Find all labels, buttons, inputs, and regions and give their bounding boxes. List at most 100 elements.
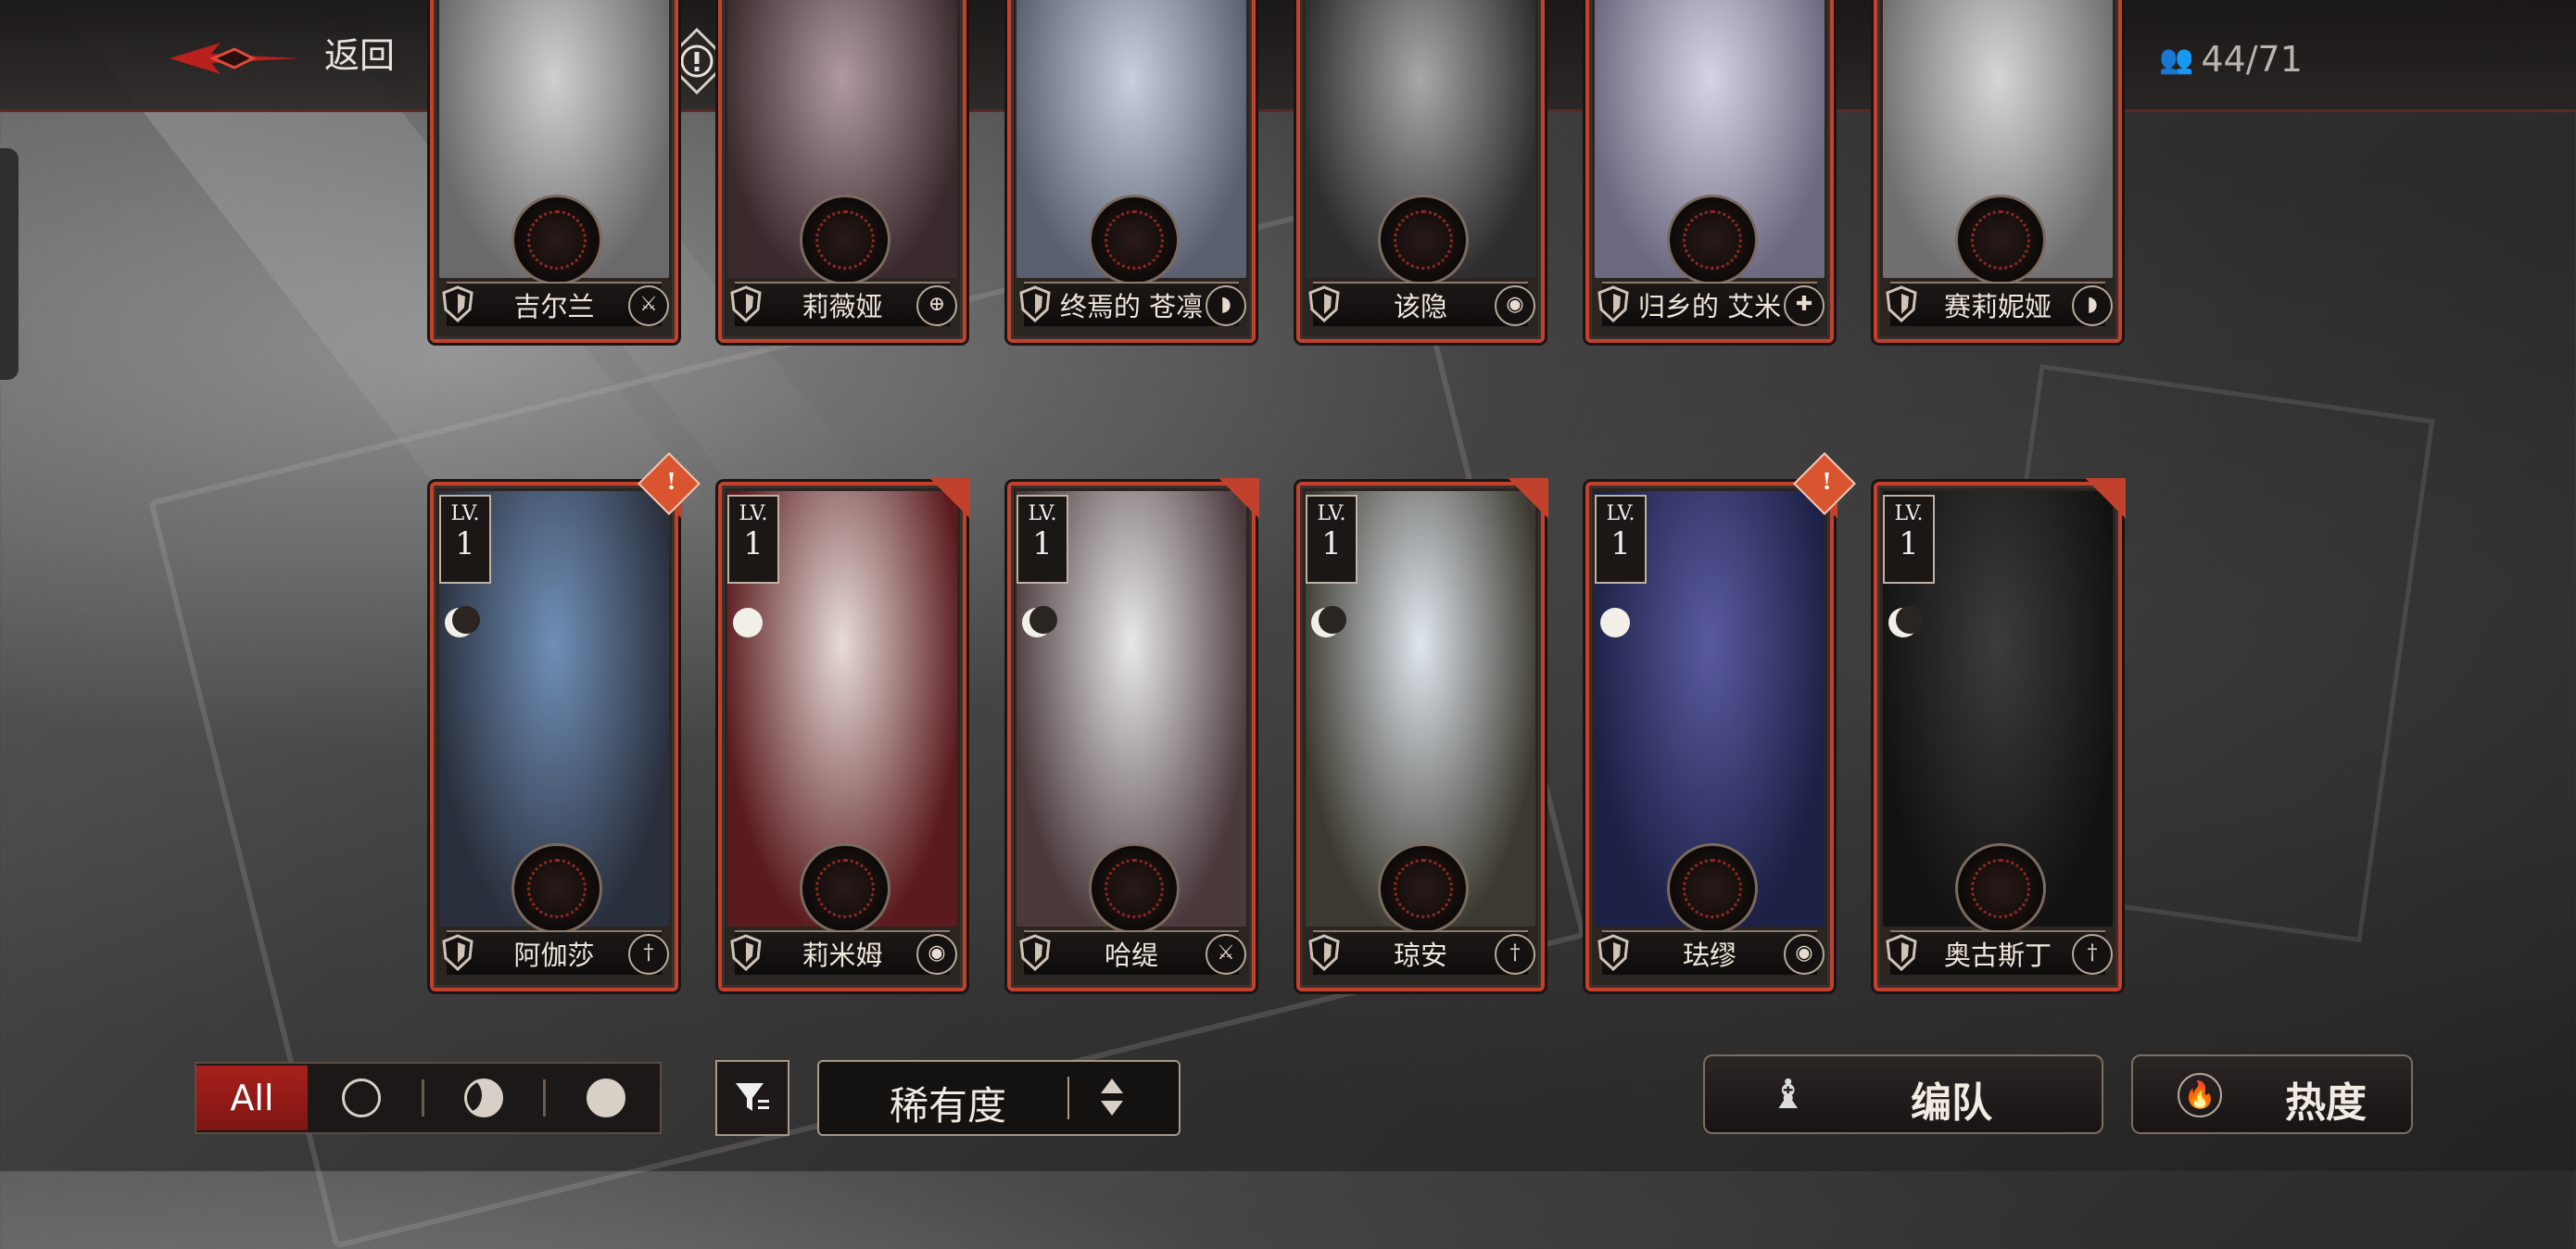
level-value: 1 <box>743 525 764 562</box>
character-card[interactable]: 赛莉妮娅 ◗ <box>1874 0 2122 343</box>
character-card[interactable]: 莉薇娅 ⊕ <box>718 0 966 343</box>
shield-icon <box>1308 285 1340 322</box>
side-drawer-handle[interactable] <box>0 148 19 380</box>
full-moon-icon <box>1600 608 1630 637</box>
filter-all-button[interactable]: All <box>196 1066 308 1130</box>
divider <box>1067 1077 1069 1119</box>
roster-count: 👥 44/71 <box>2159 39 2303 80</box>
level-badge: LV. 1 <box>439 495 491 584</box>
faction-emblem-icon <box>1667 195 1758 285</box>
crosshair-icon: ⊕ <box>916 285 957 326</box>
top-bar: 返回 图鉴 眷属 👥 44/71 <box>0 0 2576 112</box>
character-card[interactable]: LV. 1! 珐缪 ◉ <box>1585 452 1856 991</box>
faction-emblem-icon <box>1378 195 1469 285</box>
shield-icon <box>442 285 474 322</box>
crescent-moon-icon <box>1311 606 1346 637</box>
team-button-label: 编队 <box>1911 1079 1992 1127</box>
funnel-icon <box>736 1083 769 1111</box>
character-card[interactable]: 归乡的 艾米 ✚ <box>1585 0 1834 343</box>
level-prefix: LV. <box>1028 502 1057 525</box>
crescent-moon-icon <box>1022 606 1057 637</box>
shield-icon <box>730 285 762 322</box>
level-prefix: LV. <box>1606 502 1635 525</box>
dagger-icon: † <box>2072 934 2113 975</box>
dagger-icon: † <box>628 934 669 975</box>
faction-emblem-icon <box>1667 843 1758 934</box>
level-badge: LV. 1 <box>1595 495 1647 584</box>
popularity-button-label: 热度 <box>2285 1079 2367 1127</box>
character-card[interactable]: LV. 1 琼安 † <box>1296 478 1548 991</box>
popularity-button[interactable]: 🔥 热度 <box>2131 1054 2413 1134</box>
faction-emblem-icon <box>800 195 890 285</box>
level-prefix: LV. <box>1317 502 1346 525</box>
chess-piece-icon: ♝ <box>1770 1071 1807 1118</box>
flame-icon: 🔥 <box>2178 1073 2222 1117</box>
character-card[interactable]: LV. 1 奥古斯丁 † <box>1874 478 2126 991</box>
team-button[interactable]: ♝ 编队 <box>1703 1054 2103 1134</box>
filter-gibbous-button[interactable] <box>430 1066 538 1130</box>
game-logo-icon <box>165 35 304 82</box>
eye-sigil-icon: ◉ <box>1784 934 1825 975</box>
level-value: 1 <box>1032 525 1053 562</box>
shield-icon <box>1886 934 1917 971</box>
faction-emblem-icon <box>511 195 602 285</box>
card-corner-ornament <box>1219 478 1259 519</box>
sort-dropdown[interactable]: 稀有度 <box>817 1060 1181 1136</box>
eye-sigil-icon: ◉ <box>1495 285 1535 326</box>
shield-icon <box>730 934 762 971</box>
people-icon: 👥 <box>2159 43 2194 76</box>
shield-cross-icon: ✚ <box>1784 285 1825 326</box>
card-corner-ornament <box>2085 478 2126 519</box>
bow-icon: ◗ <box>1206 285 1246 326</box>
shield-icon <box>1886 285 1917 322</box>
shield-icon <box>1597 934 1629 971</box>
character-card[interactable]: 吉尔兰 ⚔ <box>430 0 678 343</box>
level-badge: LV. 1 <box>1306 495 1357 584</box>
full-moon-icon <box>586 1079 625 1117</box>
crossed-swords-icon: ⚔ <box>628 285 669 326</box>
level-prefix: LV. <box>1894 502 1924 525</box>
sort-label: 稀有度 <box>890 1083 1007 1129</box>
character-card[interactable]: LV. 1 哈缇 ⚔ <box>1007 478 1259 991</box>
gibbous-moon-icon <box>464 1079 503 1117</box>
shield-icon <box>1019 285 1051 322</box>
level-badge: LV. 1 <box>727 495 779 584</box>
full-moon-icon <box>733 608 763 637</box>
eye-sigil-icon: ◉ <box>916 934 957 975</box>
filter-button[interactable] <box>715 1060 789 1136</box>
roster-count-value: 44/71 <box>2201 39 2303 80</box>
character-card[interactable]: 该隐 ◉ <box>1296 0 1545 343</box>
crescent-moon-icon <box>1888 606 1924 637</box>
bow-icon: ◗ <box>2072 285 2113 326</box>
faction-emblem-icon <box>1378 843 1469 934</box>
character-card[interactable]: LV. 1! 阿伽莎 † <box>430 452 701 991</box>
level-prefix: LV. <box>739 502 768 525</box>
moon-filter-bar: All <box>195 1062 662 1134</box>
shield-icon <box>1597 285 1629 322</box>
faction-emblem-icon <box>800 843 890 934</box>
dagger-icon: † <box>1495 934 1535 975</box>
level-value: 1 <box>455 525 475 562</box>
card-corner-ornament <box>929 478 970 519</box>
filter-crescent-button[interactable] <box>308 1066 416 1130</box>
faction-emblem-icon <box>1955 843 2046 934</box>
sort-arrows-icon <box>1101 1079 1123 1116</box>
level-badge: LV. 1 <box>1017 495 1068 584</box>
back-button[interactable]: 返回 <box>324 28 395 83</box>
character-card[interactable]: LV. 1 莉米姆 ◉ <box>718 478 970 991</box>
divider <box>421 1079 424 1117</box>
crossed-swords-icon: ⚔ <box>1206 934 1246 975</box>
crescent-moon-icon <box>445 606 480 637</box>
level-value: 1 <box>1321 525 1342 562</box>
card-corner-ornament <box>1508 478 1548 519</box>
crescent-moon-icon <box>342 1079 382 1117</box>
shield-icon <box>1308 934 1340 971</box>
filter-full-button[interactable] <box>551 1066 660 1130</box>
faction-emblem-icon <box>1089 843 1180 934</box>
shield-icon <box>442 934 474 971</box>
faction-emblem-icon <box>511 843 602 934</box>
level-value: 1 <box>1899 525 1919 562</box>
divider <box>543 1079 547 1117</box>
level-value: 1 <box>1610 525 1631 562</box>
character-card[interactable]: 终焉的 苍凛 ◗ <box>1007 0 1256 343</box>
